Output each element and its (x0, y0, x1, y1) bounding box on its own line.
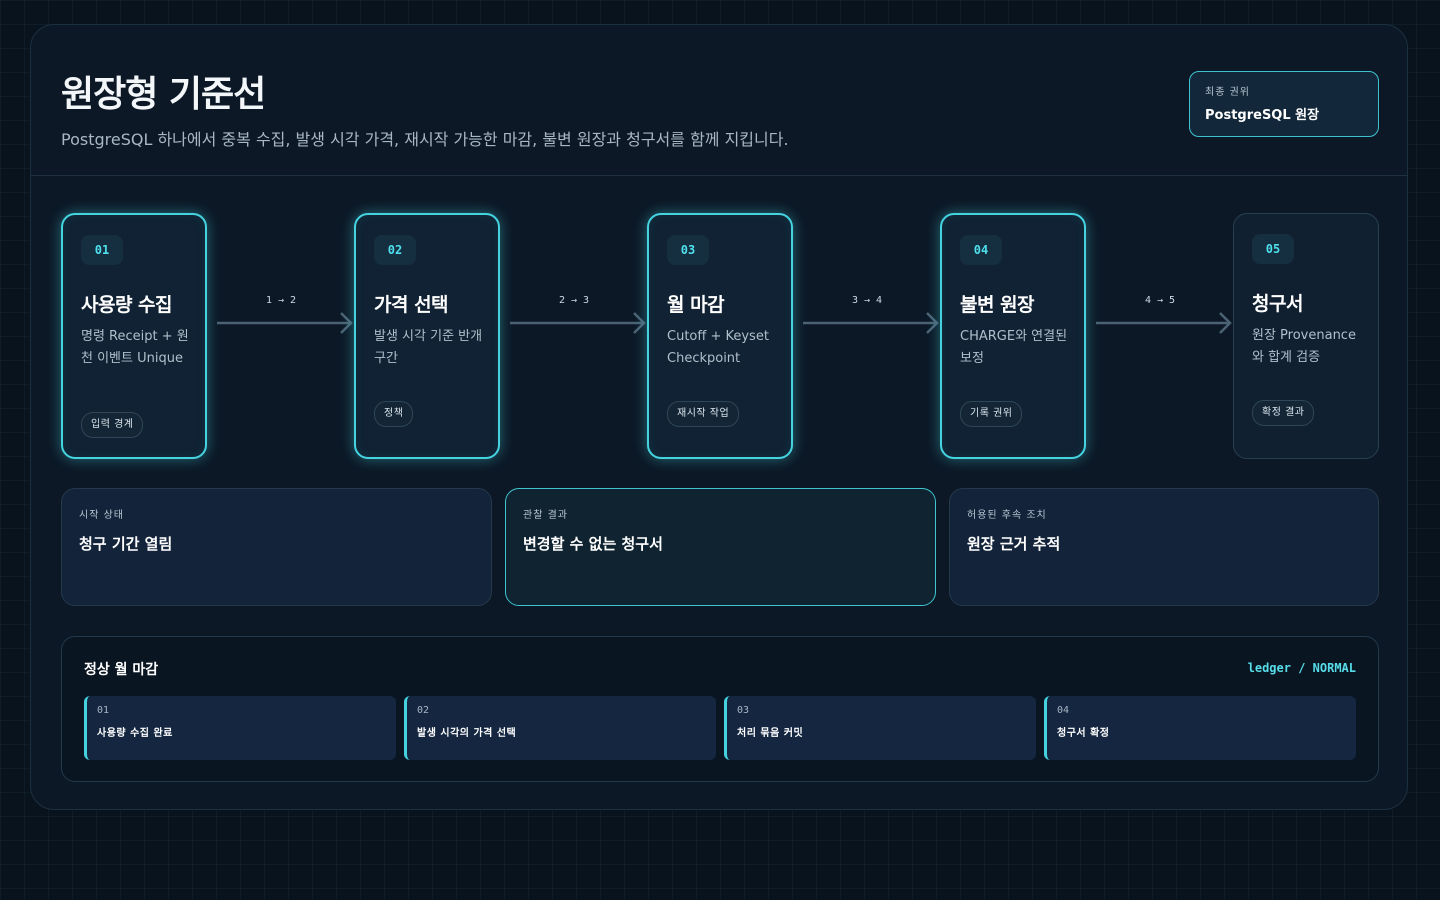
timeline-step-number: 01 (97, 705, 110, 716)
arrow-right-icon (217, 312, 353, 334)
state-value: 변경할 수 없는 청구서 (523, 535, 663, 553)
connector-3-4: 3 → 4 (803, 295, 943, 335)
page-title: 원장형 기준선 (61, 74, 266, 115)
state-value: 원장 근거 추적 (967, 535, 1061, 553)
timeline-step-number: 02 (417, 705, 430, 716)
timeline-step-label: 사용량 수집 완료 (97, 728, 173, 739)
connector-label: 4 → 5 (1144, 295, 1176, 306)
header: 원장형 기준선 PostgreSQL 하나에서 중복 수집, 발생 시각 가격,… (31, 25, 1407, 176)
timeline-step-label: 발생 시각의 가격 선택 (417, 728, 517, 739)
timeline-step-label: 청구서 확정 (1057, 728, 1110, 739)
stage-number: 01 (81, 235, 123, 265)
connector-2-3: 2 → 3 (510, 295, 650, 335)
authority-badge: 최종 권위 PostgreSQL 원장 (1189, 71, 1379, 137)
state-label: 관찰 결과 (523, 510, 568, 521)
stage-card-immutable-ledger: 04 불변 원장 CHARGE와 연결된 보정 기록 권위 (940, 213, 1086, 459)
arrow-right-icon (1096, 312, 1232, 334)
stage-card-invoice: 05 청구서 원장 Provenance와 합계 검증 확정 결과 (1233, 213, 1379, 459)
baseline-panel: 원장형 기준선 PostgreSQL 하나에서 중복 수집, 발생 시각 가격,… (30, 24, 1408, 810)
connector-1-2: 1 → 2 (217, 295, 357, 335)
stage-card-usage-ingest: 01 사용량 수집 명령 Receipt + 원천 이벤트 Unique 입력 … (61, 213, 207, 459)
arrow-right-icon (803, 312, 939, 334)
timeline-title: 정상 월 마감 (84, 662, 159, 678)
stage-card-month-close: 03 월 마감 Cutoff + Keyset Checkpoint 재시작 작… (647, 213, 793, 459)
stage-description: Cutoff + Keyset Checkpoint (667, 329, 769, 366)
stage-number: 05 (1252, 234, 1294, 264)
normal-month-close-timeline: 정상 월 마감 ledger / NORMAL 01 사용량 수집 완료 02 … (61, 636, 1379, 782)
timeline-step: 02 발생 시각의 가격 선택 (404, 696, 716, 760)
state-value: 청구 기간 열림 (79, 535, 173, 553)
state-label: 시작 상태 (79, 510, 124, 521)
stage-description: 원장 Provenance와 합계 검증 (1252, 328, 1356, 365)
stage-tag: 재시작 작업 (667, 401, 740, 427)
connector-label: 2 → 3 (558, 295, 590, 306)
stage-name: 불변 원장 (960, 294, 1035, 316)
timeline-step-number: 03 (737, 705, 750, 716)
stage-description: 발생 시각 기준 반개구간 (374, 329, 483, 366)
start-state-card: 시작 상태 청구 기간 열림 (61, 488, 492, 606)
stage-tag: 확정 결과 (1252, 400, 1315, 426)
stage-description: CHARGE와 연결된 보정 (960, 329, 1068, 366)
page-subtitle: PostgreSQL 하나에서 중복 수집, 발생 시각 가격, 재시작 가능한… (61, 130, 789, 149)
stage-name: 가격 선택 (374, 294, 449, 316)
timeline-step: 01 사용량 수집 완료 (84, 696, 396, 760)
stage-number: 03 (667, 235, 709, 265)
stage-tag: 정책 (374, 401, 414, 427)
timeline-step-label: 처리 묶음 커밋 (737, 728, 804, 739)
stage-tag: 기록 권위 (960, 401, 1023, 427)
stage-number: 02 (374, 235, 416, 265)
stage-name: 사용량 수집 (81, 294, 173, 316)
authority-value: PostgreSQL 원장 (1205, 108, 1320, 123)
observed-result-card: 관찰 결과 변경할 수 없는 청구서 (505, 488, 936, 606)
stage-number: 04 (960, 235, 1002, 265)
timeline-step-number: 04 (1057, 705, 1070, 716)
timeline-step: 04 청구서 확정 (1044, 696, 1356, 760)
stage-card-price-selection: 02 가격 선택 발생 시각 기준 반개구간 정책 (354, 213, 500, 459)
stage-description: 명령 Receipt + 원천 이벤트 Unique (81, 329, 189, 366)
timeline-mode: ledger / NORMAL (1247, 661, 1356, 675)
connector-label: 1 → 2 (265, 295, 297, 306)
connector-4-5: 4 → 5 (1096, 295, 1236, 335)
allowed-followup-card: 허용된 후속 조치 원장 근거 추적 (949, 488, 1379, 606)
stage-name: 월 마감 (667, 294, 725, 316)
state-label: 허용된 후속 조치 (967, 510, 1047, 521)
timeline-step: 03 처리 묶음 커밋 (724, 696, 1036, 760)
arrow-right-icon (510, 312, 646, 334)
connector-label: 3 → 4 (851, 295, 883, 306)
stage-tag: 입력 경계 (81, 412, 144, 438)
stage-name: 청구서 (1252, 293, 1303, 315)
authority-label: 최종 권위 (1205, 87, 1250, 98)
